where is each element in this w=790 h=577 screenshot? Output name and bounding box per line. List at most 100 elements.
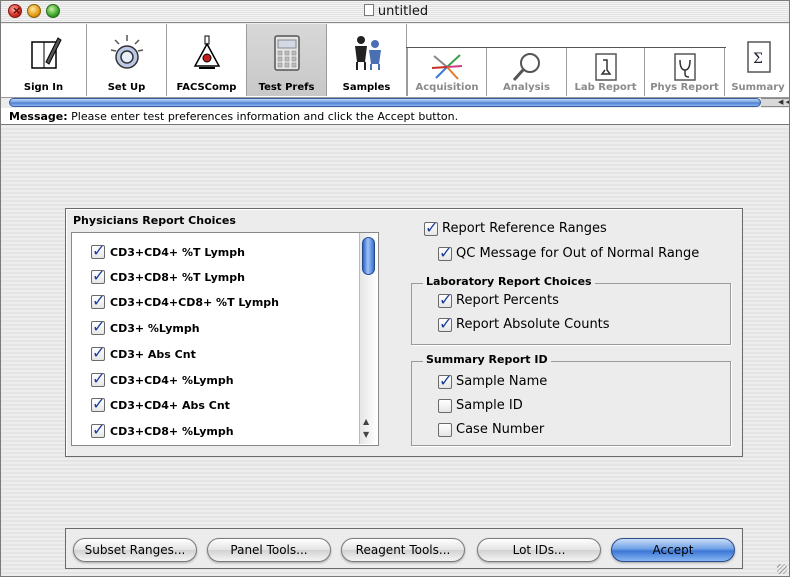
window-title: untitled [377, 4, 429, 19]
laboratory-group-title: Laboratory Report Choices [423, 275, 595, 288]
facscomp-icon [193, 35, 220, 69]
list-item[interactable]: CD3+CD8+ %T Lymph [91, 266, 245, 287]
phys-report-icon [673, 53, 696, 81]
tool-label: FACSComp [176, 82, 237, 93]
report-reference-ranges-option[interactable]: Report Reference Ranges [424, 218, 607, 237]
message-label: Message: [9, 110, 68, 123]
test-prefs-icon [273, 35, 300, 71]
tool-label: Acquisition [415, 82, 479, 93]
checkbox[interactable] [91, 343, 105, 362]
list-item-label: CD3+ %Lymph [110, 321, 200, 335]
list-item-label: CD3+ Abs Cnt [110, 347, 196, 361]
tool-facscomp[interactable]: FACSComp [167, 24, 247, 96]
tool-label: Test Prefs [258, 82, 315, 93]
sign-in-icon [30, 37, 62, 69]
checkbox[interactable] [91, 241, 105, 260]
checkbox[interactable] [91, 420, 105, 439]
progress-strip [9, 98, 761, 107]
toolbar-divider [406, 47, 726, 48]
resize-handle[interactable] [777, 564, 787, 574]
subset-ranges-button[interactable]: Subset Ranges... [73, 538, 197, 562]
checkbox[interactable] [438, 422, 452, 437]
checkbox[interactable] [91, 317, 105, 336]
sample-id-option[interactable]: Sample ID [438, 398, 523, 413]
checkbox[interactable] [438, 290, 452, 309]
checkbox[interactable] [91, 291, 105, 310]
list-item[interactable]: CD3+CD8+ %Lymph [91, 420, 234, 441]
tool-acquisition[interactable]: Acquisition [407, 48, 487, 96]
tool-label: Summary [731, 82, 785, 93]
analysis-icon [512, 53, 540, 82]
list-item[interactable]: CD3+ %Lymph [91, 317, 200, 338]
option-label: Report Reference Ranges [442, 221, 607, 236]
physicians-group-title: Physicians Report Choices [73, 214, 239, 227]
scroll-up-arrow-icon[interactable]: ▲ [363, 417, 369, 426]
list-item-label: CD3+CD4+ %T Lymph [110, 245, 245, 259]
tool-analysis[interactable]: Analysis [487, 48, 567, 96]
option-label: Report Absolute Counts [456, 317, 610, 332]
accept-button[interactable]: Accept [611, 538, 735, 562]
checkbox[interactable] [91, 394, 105, 413]
qc-message-option[interactable]: QC Message for Out of Normal Range [438, 243, 700, 262]
tool-test-prefs[interactable]: Test Prefs [247, 24, 327, 96]
app-window: × untitled Sign In Set Up FACSComp Test … [0, 0, 790, 577]
summary-icon: Σ [747, 41, 771, 73]
report-percents-option[interactable]: Report Percents [438, 290, 559, 309]
tool-label: Set Up [107, 82, 146, 93]
list-item[interactable]: CD3+ Abs Cnt [91, 343, 196, 364]
acquisition-icon [431, 54, 463, 80]
scroll-thumb[interactable] [362, 237, 375, 275]
toolbar: Sign In Set Up FACSComp Test Prefs Sampl… [1, 24, 789, 98]
checkbox[interactable] [438, 243, 452, 262]
tool-samples[interactable]: Samples [327, 24, 407, 96]
case-number-option[interactable]: Case Number [438, 422, 544, 437]
window-title-wrap: untitled [1, 4, 789, 19]
tool-set-up[interactable]: Set Up [87, 24, 167, 96]
list-item[interactable]: CD3+CD4+CD8+ %T Lymph [91, 291, 280, 312]
tool-lab-report[interactable]: Lab Report [567, 48, 645, 96]
message-bar: Message: Please enter test preferences i… [1, 108, 789, 125]
list-item[interactable]: CD3+CD4+ %Lymph [91, 369, 234, 390]
list-item-label: CD3+CD8+ %Lymph [110, 424, 234, 438]
option-label: Case Number [456, 422, 545, 437]
tool-label: Analysis [503, 82, 550, 93]
panel-tools-button[interactable]: Panel Tools... [207, 538, 331, 562]
tool-summary[interactable]: Σ Summary [725, 24, 789, 96]
svg-text:Σ: Σ [753, 51, 763, 67]
lab-report-icon [594, 53, 617, 81]
tool-sign-in[interactable]: Sign In [1, 24, 87, 96]
checkbox[interactable] [438, 314, 452, 333]
samples-icon [354, 36, 381, 70]
list-item-label: CD3+CD4+ Abs Cnt [110, 398, 230, 412]
list-item-label: CD3+CD4+ %Lymph [110, 373, 234, 387]
option-label: Sample ID [456, 398, 523, 413]
checkbox[interactable] [424, 218, 438, 237]
checkbox[interactable] [438, 398, 452, 413]
tool-label: Lab Report [574, 82, 637, 93]
title-bar: × untitled [1, 1, 789, 23]
tool-label: Sign In [23, 82, 64, 93]
summary-group-title: Summary Report ID [423, 353, 551, 366]
sample-name-option[interactable]: Sample Name [438, 371, 548, 390]
checkbox[interactable] [91, 266, 105, 285]
tool-label: Samples [342, 82, 391, 93]
list-item-label: CD3+CD4+CD8+ %T Lymph [110, 295, 280, 309]
tool-phys-report[interactable]: Phys Report [645, 48, 725, 96]
list-item-label: CD3+CD8+ %T Lymph [110, 270, 245, 284]
tool-label: Phys Report [650, 82, 719, 93]
list-item[interactable]: CD3+CD4+ Abs Cnt [91, 394, 230, 415]
message-text: Please enter test preferences informatio… [71, 110, 459, 123]
option-label: Sample Name [456, 374, 548, 389]
checkbox[interactable] [91, 369, 105, 388]
report-absolute-counts-option[interactable]: Report Absolute Counts [438, 314, 610, 333]
setup-icon [110, 35, 143, 69]
progress-scroll-end[interactable]: ◀ ◀ [761, 98, 789, 107]
option-label: QC Message for Out of Normal Range [456, 246, 700, 261]
lot-ids-button[interactable]: Lot IDs... [477, 538, 601, 562]
list-scrollbar[interactable]: ▲ ▼ [359, 233, 377, 444]
checkbox[interactable] [438, 371, 452, 390]
reagent-tools-button[interactable]: Reagent Tools... [341, 538, 465, 562]
list-item[interactable]: CD3+CD4+ %T Lymph [91, 241, 245, 262]
document-icon [363, 4, 374, 16]
scroll-down-arrow-icon[interactable]: ▼ [363, 430, 369, 439]
